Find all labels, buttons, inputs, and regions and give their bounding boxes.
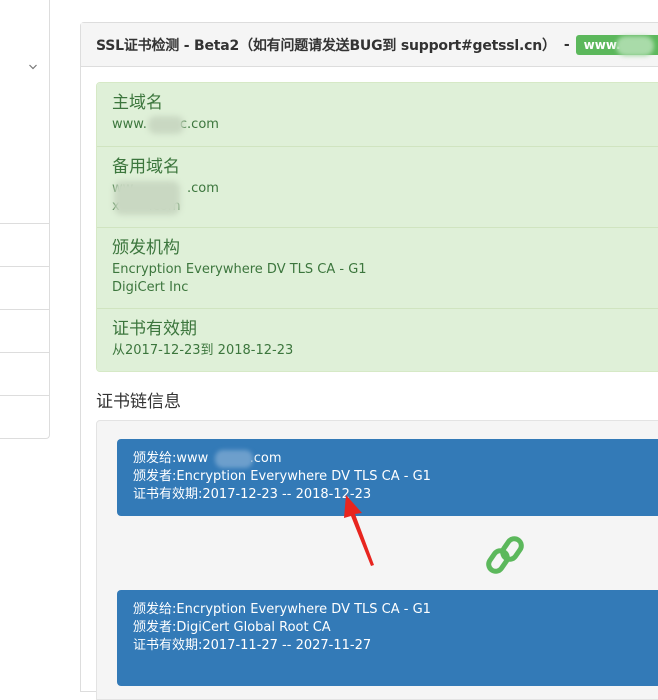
link-icon <box>486 536 524 574</box>
cert-validity: 证书有效期:2017-11-27 -- 2027-11-27 <box>133 638 372 653</box>
redaction-blur <box>114 181 180 215</box>
cert-info-list: 主域名 www. c.com 备用域名 ww .com x .com 颁发机构 … <box>96 82 658 372</box>
panel-title: SSL证书检测 - Beta2（如有问题请发送BUG到 support#gets… <box>96 37 556 54</box>
panel-heading: SSL证书检测 - Beta2（如有问题请发送BUG到 support#gets… <box>81 23 658 67</box>
ssl-check-panel: SSL证书检测 - Beta2（如有问题请发送BUG到 support#gets… <box>80 22 658 700</box>
info-value: ww .com x .com <box>112 180 658 216</box>
sidebar-item[interactable] <box>0 309 49 352</box>
domain-badge: www. om <box>575 34 658 56</box>
alt-domain-value: x .com <box>112 198 658 216</box>
cert-issued-to: 颁发给:www .com <box>133 450 658 468</box>
info-label: 证书有效期 <box>112 319 197 339</box>
validity-value: 从2017-12-23到 2018-12-23 <box>112 343 294 358</box>
info-label: 颁发机构 <box>112 238 180 258</box>
info-value: Encryption Everywhere DV TLS CA - G1 Dig… <box>112 261 658 297</box>
cert-card: 颁发给:www .com 颁发者:Encryption Everywhere D… <box>117 439 658 516</box>
sidebar-item[interactable] <box>0 223 49 266</box>
chevron-down-icon[interactable] <box>28 62 38 72</box>
cert-issuer: 颁发者:DigiCert Global Root CA <box>133 620 331 635</box>
title-separator: - <box>563 36 570 53</box>
cert-issued-to: 颁发给:Encryption Everywhere DV TLS CA - G1 <box>133 602 431 617</box>
issuer-org-value: DigiCert Inc <box>112 280 189 295</box>
info-item-main-domain: 主域名 www. c.com <box>97 83 658 146</box>
issuer-value: Encryption Everywhere DV TLS CA - G1 <box>112 262 367 277</box>
sidebar-item[interactable] <box>0 395 49 438</box>
info-item-issuer: 颁发机构 Encryption Everywhere DV TLS CA - G… <box>97 227 658 308</box>
redaction-blur <box>148 116 184 134</box>
chain-title: 证书链信息 <box>96 392 181 412</box>
info-label: 备用域名 <box>112 157 180 177</box>
sidebar-item[interactable] <box>0 352 49 395</box>
info-value: www. c.com <box>112 116 658 134</box>
info-item-validity: 证书有效期 从2017-12-23到 2018-12-23 <box>97 308 658 371</box>
sidebar-item[interactable] <box>0 266 49 309</box>
cert-issuer: 颁发者:Encryption Everywhere DV TLS CA - G1 <box>133 469 431 484</box>
cert-validity: 证书有效期:2017-12-23 -- 2018-12-23 <box>133 487 372 502</box>
info-item-alt-domains: 备用域名 ww .com x .com <box>97 146 658 227</box>
sidebar-dropdown[interactable] <box>0 22 49 223</box>
cert-issued-to-text: 颁发给:www .com <box>133 451 282 466</box>
redaction-blur <box>215 450 253 468</box>
info-label: 主域名 <box>112 93 163 113</box>
annotation-arrow-icon <box>344 495 374 566</box>
cert-card: 颁发给:Encryption Everywhere DV TLS CA - G1… <box>117 590 658 686</box>
sidebar <box>0 0 50 439</box>
redaction-blur <box>615 35 654 56</box>
alt-domain-value: ww .com <box>112 181 219 196</box>
